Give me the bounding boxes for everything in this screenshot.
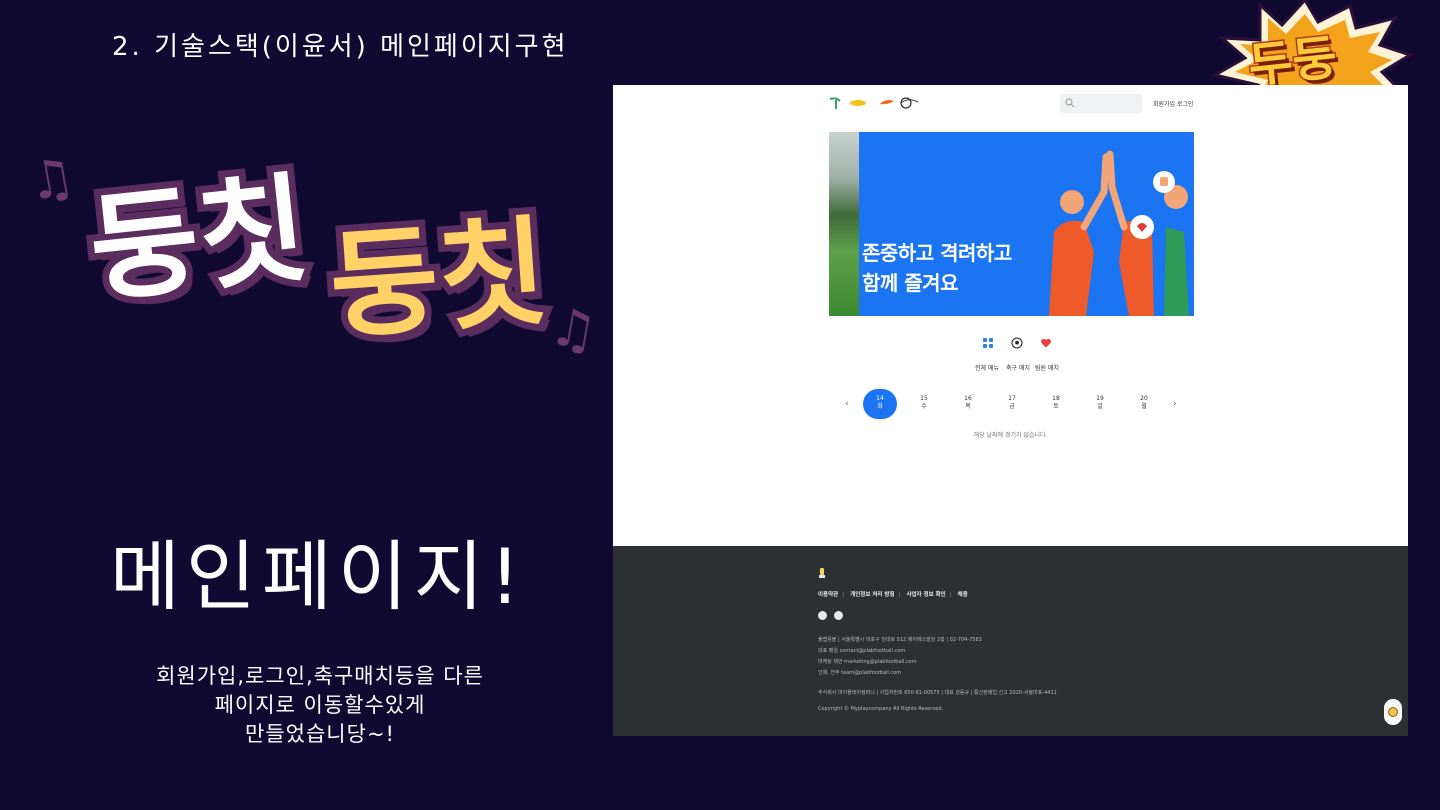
description-line: 페이지로 이동할수있게 <box>214 693 426 717</box>
high-five-illustration <box>1049 150 1189 316</box>
date-number: 18 <box>1052 395 1060 402</box>
date-item[interactable]: 20 월 <box>1127 389 1161 419</box>
footer-business-info: 주식회사 마이플레이컴퍼니 | 사업자번호 650-81-00575 | 대표 … <box>818 690 1057 696</box>
date-number: 14 <box>876 395 884 402</box>
empty-match-message: 해당 날짜에 경기가 없습니다. <box>973 432 1048 439</box>
site-footer: 이용약관 | 개인정보 처리 방침 | 사업자 정보 확인 | 채용 플랩풋볼 | 서… <box>613 546 1408 736</box>
slide-description: 회원가입,로그인,축구매치등을 다른 페이지로 이동할수있게 만들었습니당~! <box>110 662 530 749</box>
site-header: 회원가입 로그인 <box>613 85 1408 125</box>
date-weekday: 화 <box>877 403 883 410</box>
footer-info-line: 인재, 전무 team@plabfootball.com <box>818 670 902 676</box>
date-weekday: 목 <box>965 403 971 410</box>
footer-link-privacy[interactable]: 개인정보 처리 방침 <box>850 592 894 598</box>
date-item[interactable]: 15 수 <box>907 389 941 419</box>
date-prev-button[interactable]: ‹ <box>845 399 849 409</box>
footer-contact-info: 플랩풋볼 | 서울특별시 마포구 천대로 512 제이에스빌딩 2층 | 02-… <box>818 635 982 679</box>
category-soccer-match[interactable]: 축구 매치 <box>1006 363 1030 372</box>
date-number: 20 <box>1140 395 1148 402</box>
date-weekday: 금 <box>1009 403 1015 410</box>
soccer-ball-icon[interactable] <box>1011 337 1023 349</box>
main-page-label: 메인페이지! <box>110 532 527 621</box>
banner-line: 함께 즐겨요 <box>862 271 958 295</box>
date-weekday: 일 <box>1097 403 1103 410</box>
date-weekday: 월 <box>1141 403 1147 410</box>
music-note-icon: ♫ <box>545 296 602 364</box>
category-all-menu[interactable]: 전체 메뉴 <box>975 363 999 372</box>
date-item[interactable]: 17 금 <box>995 389 1029 419</box>
signup-link[interactable]: 회원가입 <box>1153 99 1175 108</box>
date-number: 17 <box>1008 395 1016 402</box>
grid-icon[interactable] <box>982 337 994 349</box>
description-line: 회원가입,로그인,축구매치등을 다른 <box>156 664 484 688</box>
search-icon <box>1065 98 1075 108</box>
date-number: 19 <box>1096 395 1104 402</box>
dungchit-lettering: ♫ 둥칫 둥칫 ♫ <box>23 146 610 390</box>
field-photo <box>829 132 859 316</box>
dungchit-yellow-text: 둥칫 <box>318 196 558 363</box>
banner-line: 존중하고 격려하고 <box>862 241 1012 265</box>
footer-info-line: 마케팅 제안 marketing@plabfootball.com <box>818 659 917 665</box>
category-team-match[interactable]: 팀원 매치 <box>1035 363 1059 372</box>
music-note-icon: ♫ <box>23 146 80 214</box>
youtube-icon[interactable] <box>834 611 843 620</box>
instagram-icon[interactable] <box>818 611 827 620</box>
footer-copyright: Copyright © Myplaycompany All Rights Res… <box>818 706 944 712</box>
login-link[interactable]: 로그인 <box>1177 99 1194 108</box>
date-item[interactable]: 18 토 <box>1039 389 1073 419</box>
website-screenshot: 회원가입 로그인 존중하고 격려하고 함께 즐겨요 전체 메뉴 축구 매치 팀원… <box>613 85 1408 736</box>
footer-link-terms[interactable]: 이용약관 <box>818 592 838 598</box>
footer-social <box>818 611 850 622</box>
footer-info-line: 플랩풋볼 | 서울특별시 마포구 천대로 512 제이에스빌딩 2층 | 02-… <box>818 637 982 643</box>
description-line: 만들었습니당~! <box>245 722 395 746</box>
date-item[interactable]: 19 일 <box>1083 389 1117 419</box>
date-number: 16 <box>964 395 972 402</box>
category-icons <box>982 337 1052 351</box>
date-weekday: 수 <box>921 403 927 410</box>
date-next-button[interactable]: › <box>1173 399 1177 409</box>
date-item[interactable]: 16 목 <box>951 389 985 419</box>
hero-banner[interactable]: 존중하고 격려하고 함께 즐겨요 <box>829 132 1194 316</box>
footer-info-line: 대표 메일 contact@plabfootball.com <box>818 648 906 654</box>
footer-link-careers[interactable]: 채용 <box>958 592 968 598</box>
footer-logo <box>819 568 825 578</box>
chat-button[interactable] <box>1384 699 1402 725</box>
footer-link-business[interactable]: 사업자 정보 확인 <box>906 592 945 598</box>
footer-links: 이용약관 | 개인정보 처리 방침 | 사업자 정보 확인 | 채용 <box>818 592 968 598</box>
slide-title: 2. 기술스택(이윤서) 메인페이지구현 <box>112 32 569 62</box>
search-input[interactable] <box>1060 94 1142 113</box>
heart-icon[interactable] <box>1040 337 1052 349</box>
date-weekday: 토 <box>1053 403 1059 410</box>
date-selector: ‹ 14 화 15 수 16 목 17 금 18 토 19 일 20 월 › <box>843 387 1183 421</box>
banner-headline: 존중하고 격려하고 함께 즐겨요 <box>862 238 1012 298</box>
site-logo[interactable] <box>828 95 923 111</box>
dungchit-white-text: 둥칫 <box>76 152 320 326</box>
date-number: 15 <box>920 395 928 402</box>
date-item[interactable]: 14 화 <box>863 389 897 419</box>
